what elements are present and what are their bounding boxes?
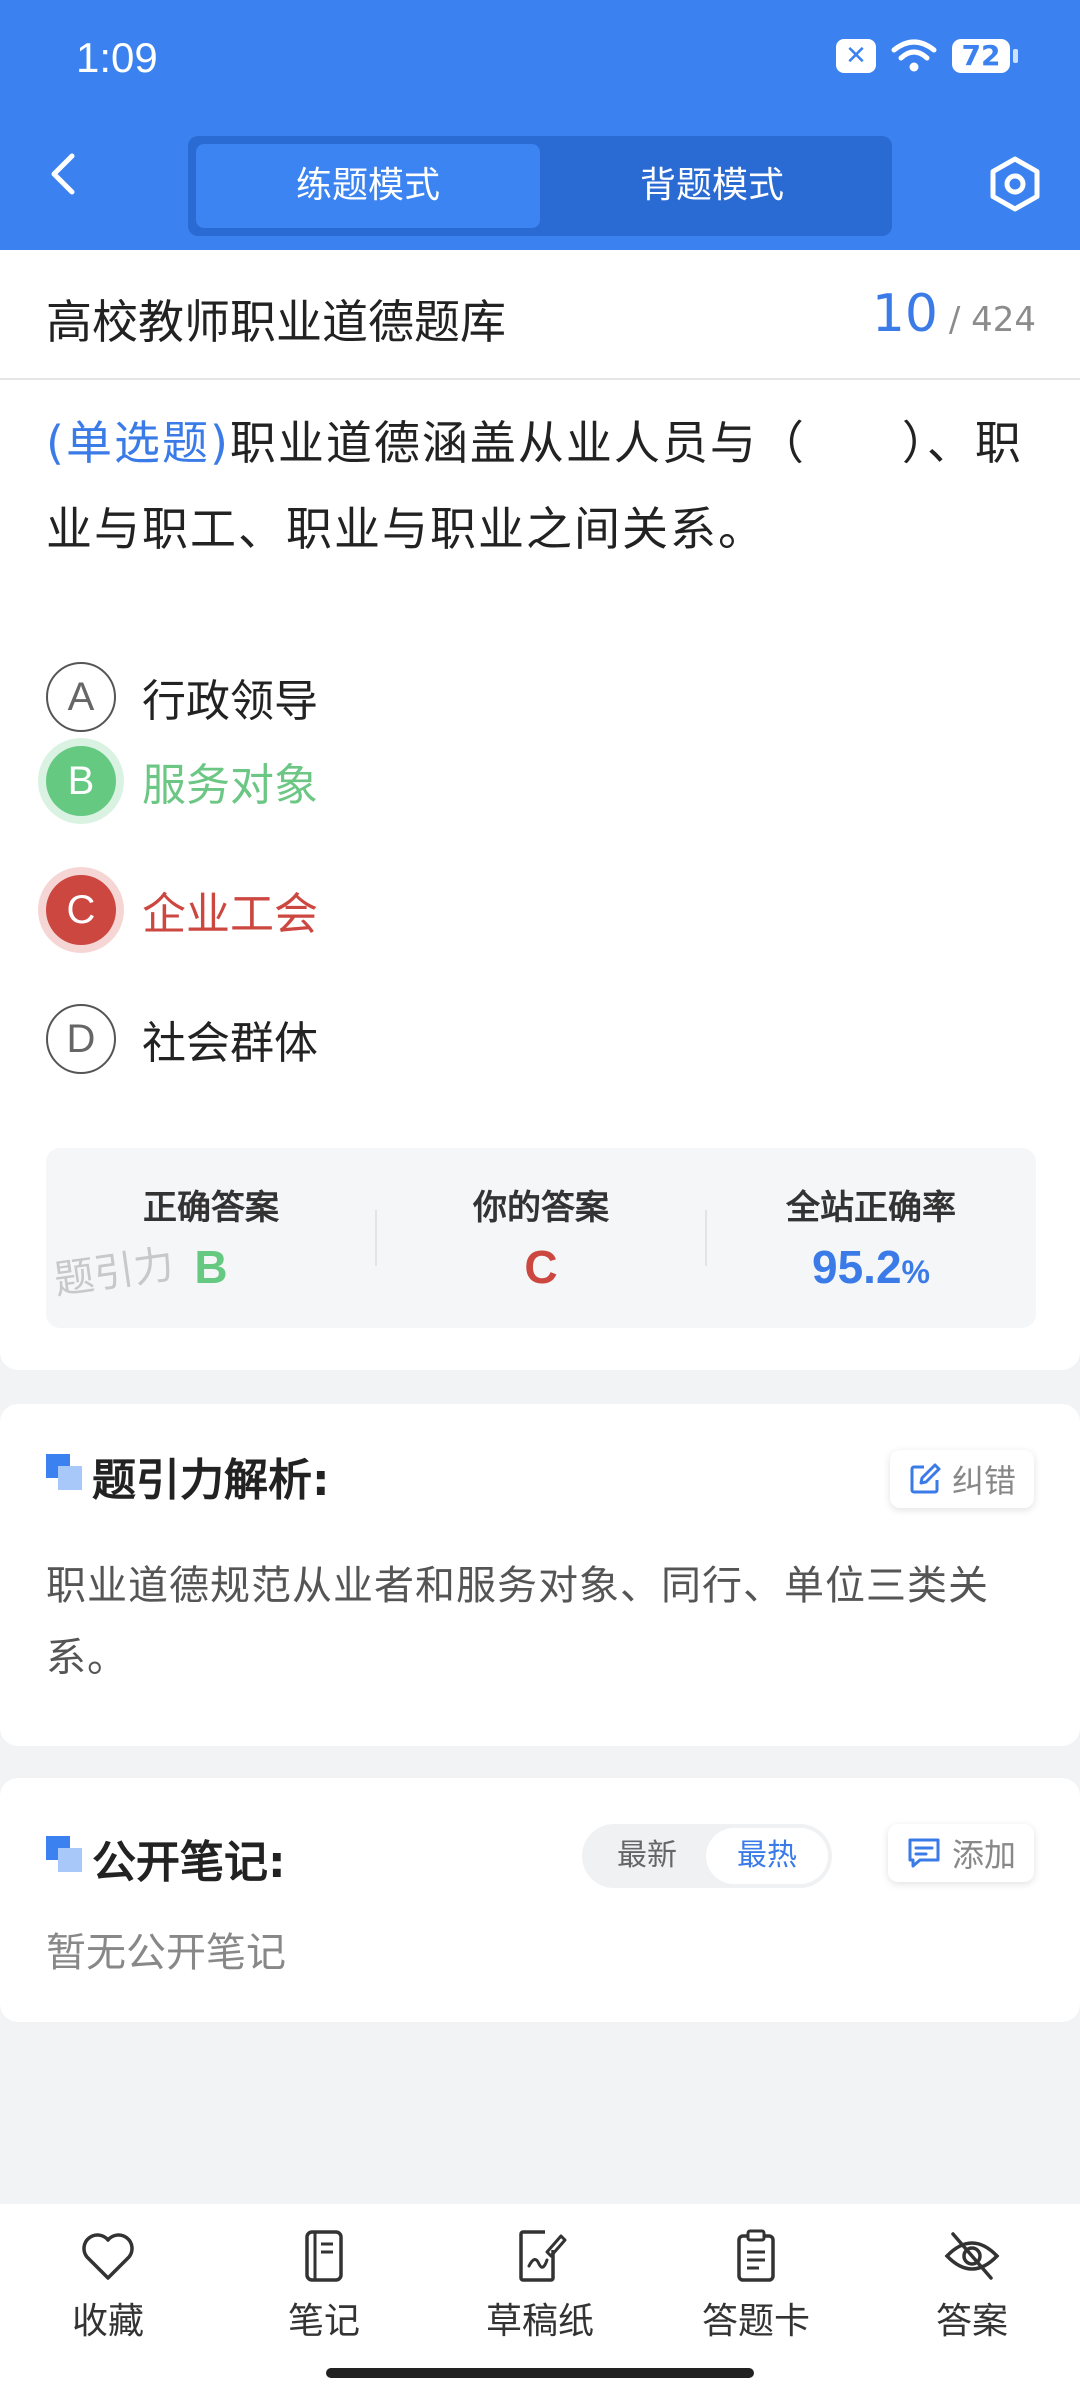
total-questions: / 424 [948, 300, 1036, 340]
option-letter: B [46, 746, 116, 816]
accuracy-value: 95.2% [706, 1240, 1036, 1294]
add-note-label: 添加 [951, 1836, 1016, 1874]
status-icons: ✕ 72 [836, 38, 1018, 74]
option-text: 企业工会 [142, 889, 318, 940]
question-type-tag: (单选题) [46, 416, 230, 470]
analysis-title: 题引力解析: [92, 1455, 330, 1506]
option-text: 社会群体 [142, 1018, 318, 1069]
your-answer-value: C [524, 1241, 558, 1293]
wifi-icon [891, 39, 937, 72]
option-text: 行政领导 [142, 676, 318, 727]
nav-label: 笔记 [287, 2301, 360, 2342]
notebook-icon [305, 2230, 343, 2282]
nav-label: 草稿纸 [485, 2301, 594, 2342]
correct-answer-label: 正确答案 [143, 1188, 279, 1228]
question-counter: 10 / 424 [872, 284, 1036, 344]
option-b[interactable]: B 服务对象 [46, 744, 318, 818]
practice-mode-tab[interactable]: 练题模式 [196, 144, 540, 228]
current-question-number: 10 [871, 284, 939, 344]
option-d[interactable]: D 社会群体 [46, 1002, 318, 1076]
settings-icon[interactable] [986, 155, 1044, 213]
nav-answer-card[interactable]: 答题卡 [676, 2228, 836, 2344]
draft-paper-icon [519, 2230, 567, 2282]
notes-sort-toggle: 最新 最热 [582, 1824, 832, 1888]
notes-title: 公开笔记: [92, 1837, 286, 1888]
nav-favorite[interactable]: 收藏 [28, 2228, 188, 2344]
your-answer-label: 你的答案 [473, 1188, 609, 1228]
option-letter: A [46, 662, 116, 732]
eye-off-icon [944, 2232, 1000, 2280]
divider [0, 378, 1080, 380]
report-error-button[interactable]: 纠错 [889, 1450, 1034, 1508]
comment-icon [908, 1838, 940, 1868]
edit-icon [910, 1463, 941, 1494]
heart-icon [82, 2233, 134, 2280]
sort-latest-tab[interactable]: 最新 [586, 1828, 708, 1884]
option-text: 服务对象 [142, 760, 318, 811]
option-letter: C [46, 875, 116, 945]
accuracy-label: 全站正确率 [786, 1188, 956, 1228]
nav-label: 收藏 [71, 2301, 144, 2342]
accuracy-unit: % [901, 1254, 930, 1290]
correct-answer-col: 正确答案 B [46, 1148, 376, 1328]
answer-summary: 正确答案 B 你的答案 C 全站正确率 95.2% 题引力 [46, 1148, 1036, 1328]
no-sim-icon: ✕ [836, 39, 876, 73]
sort-hottest-tab[interactable]: 最热 [706, 1828, 828, 1884]
home-indicator[interactable] [326, 2368, 754, 2378]
mode-toggle: 练题模式 背题模式 [188, 136, 892, 236]
option-letter: D [46, 1004, 116, 1074]
notes-empty-text: 暂无公开笔记 [46, 1930, 286, 1976]
nav-label: 答案 [935, 2301, 1008, 2342]
top-bar: 1:09 ✕ 72 练题模式 背题模式 [0, 0, 1080, 250]
question-card: 高校教师职业道德题库 10 / 424 (单选题)职业道德涵盖从业人员与（ ）、… [0, 250, 1080, 1370]
report-error-label: 纠错 [951, 1462, 1016, 1500]
notes-card: 公开笔记: 最新 最热 添加 暂无公开笔记 [0, 1778, 1080, 2022]
status-time: 1:09 [76, 34, 158, 81]
battery-icon: 72 [952, 39, 1018, 73]
nav-answer-toggle[interactable]: 答案 [892, 2228, 1052, 2344]
nav-draft-paper[interactable]: 草稿纸 [460, 2228, 620, 2344]
nav-label: 答题卡 [701, 2301, 810, 2342]
nav-notes[interactable]: 笔记 [244, 2228, 404, 2344]
question-bank-title: 高校教师职业道德题库 [46, 295, 506, 349]
answer-card-icon [737, 2229, 775, 2282]
option-c[interactable]: C 企业工会 [46, 873, 318, 947]
section-icon [46, 1454, 84, 1492]
your-answer-col: 你的答案 C [376, 1148, 706, 1328]
accuracy-number: 95.2 [812, 1241, 902, 1293]
analysis-card: 题引力解析: 纠错 职业道德规范从业者和服务对象、同行、单位三类关系。 [0, 1404, 1080, 1746]
section-icon [46, 1836, 84, 1874]
memorize-mode-tab[interactable]: 背题模式 [540, 144, 884, 228]
question-text: (单选题)职业道德涵盖从业人员与（ ）、职业与职工、职业与职业之间关系。 [46, 400, 1036, 572]
accuracy-col: 全站正确率 95.2% [706, 1148, 1036, 1328]
option-a[interactable]: A 行政领导 [46, 660, 318, 734]
analysis-text: 职业道德规范从业者和服务对象、同行、单位三类关系。 [46, 1563, 989, 1681]
back-arrow-icon[interactable] [40, 150, 88, 198]
add-note-button[interactable]: 添加 [887, 1824, 1034, 1882]
